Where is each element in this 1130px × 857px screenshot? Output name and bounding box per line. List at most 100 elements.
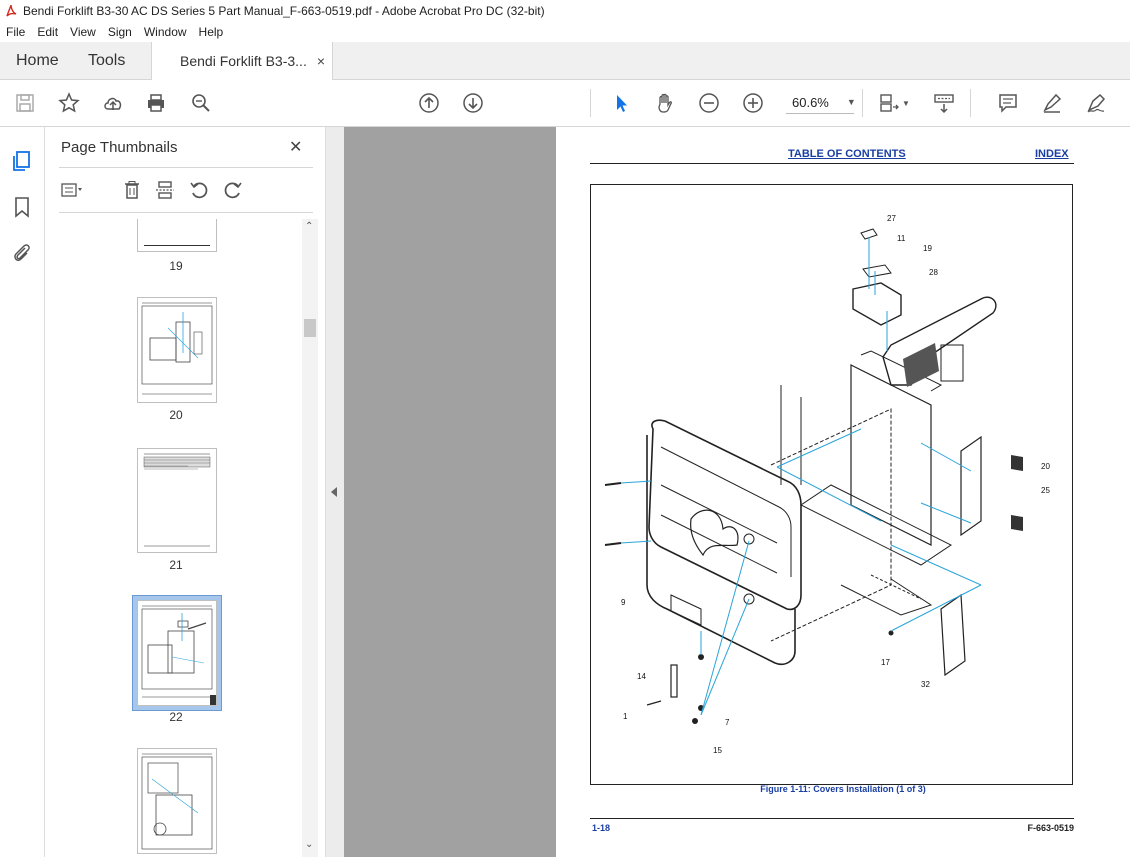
thumbnail-label: 22 [169, 710, 183, 724]
printer-icon [148, 94, 164, 112]
tab-home[interactable]: Home [16, 42, 59, 79]
minus-circle-icon [699, 93, 719, 113]
comment-button[interactable] [995, 90, 1021, 116]
callout-label: 11 [897, 234, 906, 243]
print-button[interactable] [143, 90, 169, 116]
page-thumbnails-nav-button[interactable] [10, 149, 34, 173]
toolbar-divider [970, 89, 971, 117]
tab-tools[interactable]: Tools [88, 42, 125, 79]
chevron-up-icon[interactable]: ⌃ [305, 221, 313, 232]
bookmark-icon [15, 197, 29, 218]
paperclip-icon [14, 244, 30, 262]
rotate-clockwise-button[interactable] [220, 177, 246, 203]
find-button[interactable] [188, 90, 214, 116]
zoom-out-button[interactable] [696, 90, 722, 116]
collapse-arrow-icon [331, 487, 337, 497]
menu-help[interactable]: Help [193, 25, 230, 39]
tab-close-icon[interactable]: × [317, 53, 325, 69]
fit-page-icon [880, 94, 899, 112]
bookmark-star-button[interactable] [56, 90, 82, 116]
chevron-down-icon[interactable]: ▼ [902, 99, 910, 108]
scrollbar-thumb[interactable] [304, 319, 316, 337]
zoom-in-button[interactable] [740, 90, 766, 116]
thumbnail-label: 19 [169, 259, 183, 273]
scroll-mode-button[interactable] [931, 90, 957, 116]
plus-circle-icon [743, 93, 763, 113]
panel-title: Page Thumbnails [61, 139, 178, 156]
rotate-right-icon [224, 182, 242, 199]
hand-tool-button[interactable] [652, 90, 678, 116]
rotate-left-icon [190, 182, 208, 199]
share-button[interactable] [100, 90, 126, 116]
previous-page-button[interactable] [416, 90, 442, 116]
footer-rule [590, 818, 1074, 819]
extract-page-button[interactable] [152, 177, 178, 203]
tab-document[interactable]: Bendi Forklift B3-3... × [151, 42, 333, 80]
page-thumbnail-20[interactable] [137, 297, 217, 403]
rotate-counterclockwise-button[interactable] [186, 177, 212, 203]
fountain-pen-sign-icon [1087, 93, 1106, 113]
save-button[interactable] [12, 90, 38, 116]
comment-icon [999, 94, 1017, 113]
highlight-button[interactable] [1039, 90, 1065, 116]
callout-label: 28 [929, 268, 938, 277]
exploded-parts-diagram: 27 11 19 28 20 25 9 17 32 14 1 7 15 [604, 214, 1050, 755]
menu-window[interactable]: Window [138, 25, 193, 39]
hand-icon [658, 93, 672, 113]
bookmarks-nav-button[interactable] [10, 195, 34, 219]
document-number-footer: F-663-0519 [1027, 823, 1074, 833]
next-page-button[interactable] [460, 90, 486, 116]
toolbar-divider [862, 89, 863, 117]
page-thumbnail-19[interactable] [137, 219, 217, 252]
chevron-down-icon[interactable]: ⌄ [305, 839, 313, 850]
select-tool-button[interactable] [608, 90, 634, 116]
tab-bar: Home Tools Bendi Forklift B3-3... × [0, 42, 1130, 80]
menu-edit[interactable]: Edit [31, 25, 64, 39]
title-bar: Bendi Forklift B3-30 AC DS Series 5 Part… [0, 0, 1130, 22]
delete-page-button[interactable] [119, 177, 145, 203]
acrobat-logo-icon [5, 4, 17, 18]
figure-frame: 27 11 19 28 20 25 9 17 32 14 1 7 15 [590, 184, 1073, 785]
thumbnail-drawing [141, 605, 216, 705]
sign-button[interactable] [1083, 90, 1109, 116]
menu-bar: File Edit View Sign Window Help [0, 22, 1130, 42]
thumbnail-drawing [143, 453, 211, 547]
zoom-level-select[interactable]: 60.6% ▼ [786, 91, 856, 114]
panel-divider [59, 167, 313, 168]
cloud-upload-icon [104, 97, 122, 110]
table-of-contents-link[interactable]: TABLE OF CONTENTS [788, 148, 906, 160]
callout-label: 1 [623, 712, 628, 721]
callout-label: 9 [621, 598, 626, 607]
menu-view[interactable]: View [64, 25, 102, 39]
panel-collapse-handle[interactable] [325, 127, 344, 857]
extract-pages-icon [156, 181, 174, 199]
page-thumbnail-23[interactable] [137, 748, 217, 854]
arrow-down-circle-icon [463, 93, 483, 113]
callout-label: 15 [713, 746, 722, 755]
thumbnail-label: 21 [169, 558, 183, 572]
attachments-nav-button[interactable] [10, 241, 34, 265]
menu-file[interactable]: File [0, 25, 31, 39]
pages-icon [13, 151, 30, 171]
page-thumbnail-22[interactable] [133, 596, 221, 710]
thumbnail-list: 19 20 21 22 [59, 219, 305, 857]
window-title: Bendi Forklift B3-30 AC DS Series 5 Part… [23, 4, 545, 18]
page-number-footer: 1-18 [592, 823, 611, 833]
close-icon[interactable]: ✕ [289, 137, 305, 156]
page-display-button[interactable] [876, 90, 902, 116]
options-menu-button[interactable] [59, 177, 85, 203]
highlighter-pen-icon [1043, 93, 1062, 113]
callout-label: 14 [637, 672, 646, 681]
document-view[interactable]: TABLE OF CONTENTS INDEX 27 11 19 28 20 2… [344, 127, 1130, 857]
index-link[interactable]: INDEX [1035, 148, 1069, 160]
callout-label: 7 [725, 718, 730, 727]
magnifier-icon [192, 94, 210, 112]
thumbnail-drawing [141, 302, 213, 395]
save-icon [16, 94, 34, 112]
callout-label: 27 [887, 214, 896, 223]
arrow-up-circle-icon [419, 93, 439, 113]
menu-sign[interactable]: Sign [102, 25, 138, 39]
thumbnail-scrollbar[interactable]: ⌃ ⌄ [302, 219, 318, 857]
page-thumbnail-21[interactable] [137, 448, 217, 553]
callout-label: 25 [1041, 486, 1050, 495]
